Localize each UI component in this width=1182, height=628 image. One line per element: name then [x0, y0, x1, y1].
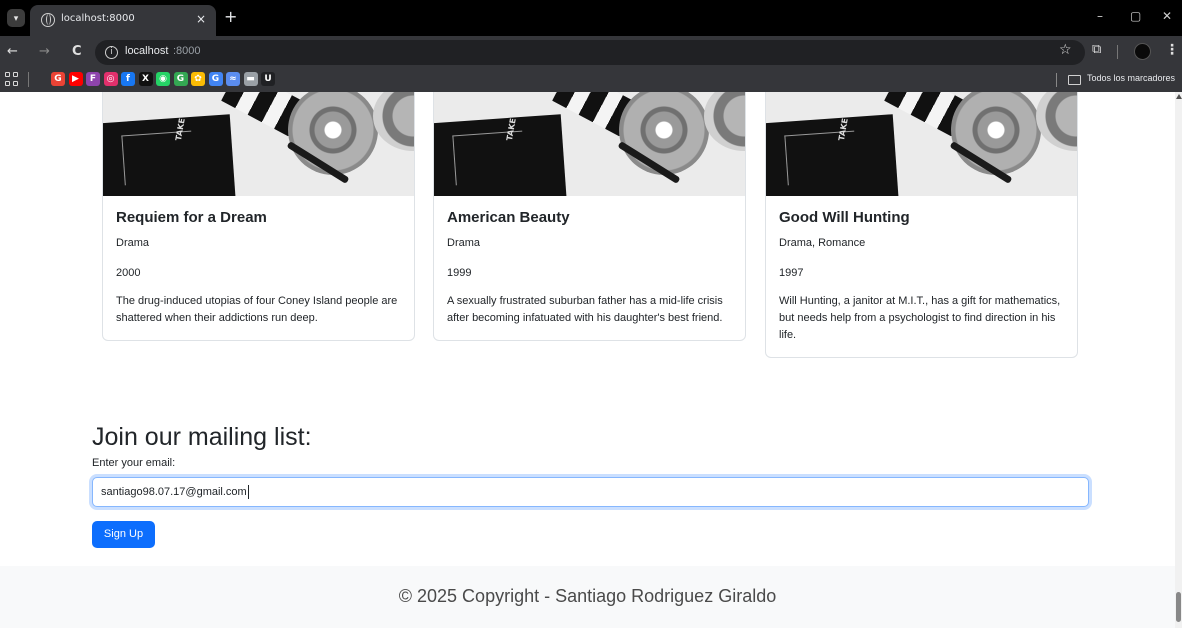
movie-year: 2000: [116, 267, 141, 279]
globe-icon: [41, 13, 55, 27]
movie-card-image: TAKE: [766, 92, 1077, 196]
movie-genre: Drama: [447, 237, 481, 249]
google-blue-icon[interactable]: G: [208, 72, 223, 86]
email-input[interactable]: santiago98.07.17@gmail.com: [92, 477, 1089, 507]
movie-year: 1997: [779, 267, 804, 279]
restore-icon[interactable]: ▢: [1130, 9, 1141, 23]
bookmarks-divider: [28, 72, 29, 87]
new-tab-icon[interactable]: +: [224, 7, 237, 26]
url-host: localhost: [125, 45, 169, 57]
page-footer: © 2025 Copyright - Santiago Rodriguez Gi…: [0, 566, 1175, 628]
bookmarks-bar: G ▶ F ◎ f X ◉ G ✿ G ≈ ▬ U Todos los marcadores: [0, 68, 1182, 92]
close-window-icon[interactable]: ✕: [1162, 9, 1172, 23]
photos-icon[interactable]: ✿: [191, 72, 205, 86]
browser-tab[interactable]: localhost:8000 ×: [30, 5, 216, 36]
movie-genre: Drama: [116, 237, 150, 249]
email-input-value: santiago98.07.17@gmail.com: [101, 486, 247, 498]
movie-card-image: TAKE: [434, 92, 745, 196]
toolbar-divider: [1117, 45, 1118, 59]
site-info-icon[interactable]: i: [105, 46, 118, 59]
folder-icon: [1068, 75, 1081, 85]
address-bar[interactable]: i localhost :8000: [95, 40, 1085, 65]
sign-up-button[interactable]: Sign Up: [92, 521, 155, 548]
url-port: :8000: [173, 45, 201, 57]
extensions-icon[interactable]: ⧉: [1092, 42, 1101, 57]
tab-search-icon[interactable]: ▾: [7, 9, 25, 27]
movie-year: 1999: [447, 267, 472, 279]
movie-card: TAKE Good Will Hunting Drama, Romance 19…: [765, 92, 1078, 358]
google-green-icon[interactable]: G: [173, 72, 188, 86]
mailing-list-heading: Join our mailing list:: [92, 423, 312, 451]
tab-title: localhost:8000: [61, 13, 135, 24]
copyright-text: © 2025 Copyright - Santiago Rodriguez Gi…: [398, 586, 777, 606]
apps-grid-icon[interactable]: [5, 72, 19, 86]
u-icon[interactable]: U: [261, 72, 275, 86]
browser-menu-icon[interactable]: ⋮: [1165, 42, 1179, 58]
minimize-icon[interactable]: –: [1097, 9, 1103, 23]
movie-genre: Drama, Romance: [779, 237, 866, 249]
back-icon[interactable]: ←: [7, 44, 18, 59]
page-viewport: TAKE Requiem for a Dream Drama 2000 The …: [0, 92, 1175, 628]
shortcut-icon[interactable]: ≈: [226, 72, 240, 86]
reload-icon[interactable]: C: [72, 44, 82, 59]
youtube-icon[interactable]: ▶: [68, 72, 83, 86]
movie-card: TAKE Requiem for a Dream Drama 2000 The …: [102, 92, 415, 341]
tab-close-icon[interactable]: ×: [196, 12, 206, 26]
movie-title: Requiem for a Dream: [116, 209, 267, 226]
movie-card: TAKE American Beauty Drama 1999 A sexual…: [433, 92, 746, 341]
scroll-up-arrow-icon[interactable]: [1176, 94, 1182, 99]
movie-card-image: TAKE: [103, 92, 414, 196]
page-scrollbar[interactable]: [1175, 92, 1182, 628]
browser-tab-bar: ▾ localhost:8000 × + – ▢ ✕: [0, 0, 1182, 36]
google-icon[interactable]: G: [51, 72, 65, 86]
movie-plot: The drug-induced utopias of four Coney I…: [116, 295, 398, 324]
scrollbar-thumb[interactable]: [1176, 592, 1181, 622]
movie-title: Good Will Hunting: [779, 209, 910, 226]
flag-icon[interactable]: F: [86, 72, 100, 86]
bookmark-star-icon[interactable]: ☆: [1059, 42, 1072, 58]
movie-plot: A sexually frustrated suburban father ha…: [447, 295, 723, 324]
whatsapp-icon[interactable]: ◉: [156, 72, 170, 86]
instagram-icon[interactable]: ◎: [103, 72, 118, 86]
facebook-icon[interactable]: f: [121, 72, 135, 86]
forward-icon[interactable]: →: [39, 44, 50, 59]
movie-title: American Beauty: [447, 209, 570, 226]
profile-avatar-icon[interactable]: [1134, 43, 1151, 60]
email-label: Enter your email:: [92, 457, 176, 469]
browser-toolbar: ← → C i localhost :8000 ☆ ⧉ ⋮: [0, 36, 1182, 68]
mail-icon[interactable]: ▬: [243, 72, 258, 86]
x-icon[interactable]: X: [138, 72, 153, 86]
text-caret: [247, 485, 249, 500]
bookmarks-divider: [1056, 73, 1057, 87]
movie-plot: Will Hunting, a janitor at M.I.T., has a…: [779, 295, 1061, 341]
all-bookmarks-link[interactable]: Todos los marcadores: [1087, 73, 1175, 83]
